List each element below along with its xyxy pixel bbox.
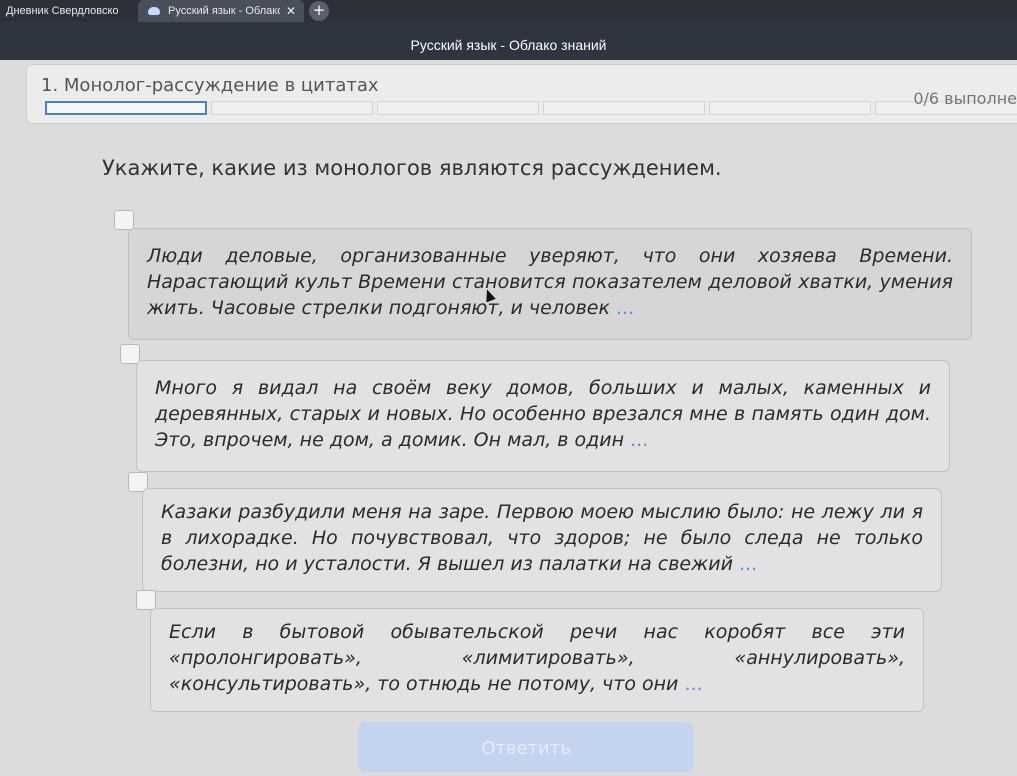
tab-label: Русский язык - Облако	[168, 5, 280, 17]
progress-segment-1[interactable]	[45, 101, 207, 115]
more-link[interactable]: ...	[684, 673, 702, 695]
option-card-2[interactable]: Много я видал на своём веку домов, больш…	[136, 360, 950, 472]
more-link[interactable]: ...	[739, 553, 757, 575]
cloud-icon	[148, 7, 160, 15]
question-text: Укажите, какие из монологов являются рас…	[102, 156, 722, 180]
task-panel: 1. Монолог-рассуждение в цитатах 0/6 вып…	[26, 64, 1017, 124]
progress-segment-4[interactable]	[543, 101, 705, 115]
option-checkbox-1[interactable]	[114, 210, 134, 230]
answer-button[interactable]: Ответить	[358, 722, 694, 772]
close-icon[interactable]: ✕	[286, 4, 296, 18]
more-link[interactable]: ...	[616, 297, 634, 319]
option-text: Много я видал на своём веку домов, больш…	[155, 377, 931, 451]
option-text: Люди деловые, организованные уверяют, чт…	[147, 245, 953, 319]
browser-tab-diary[interactable]: Дневник Свердловской о	[0, 0, 134, 22]
new-tab-button[interactable]: +	[309, 1, 329, 21]
more-link[interactable]: ...	[630, 429, 648, 451]
option-card-3[interactable]: Казаки разбудили меня на заре. Первою мо…	[142, 488, 942, 592]
progress-segment-2[interactable]	[211, 101, 373, 115]
option-card-4[interactable]: Если в бытовой обывательской речи нас ко…	[150, 608, 924, 712]
browser-tab-russian[interactable]: Русский язык - Облако ✕	[138, 0, 304, 22]
app-header: Русский язык - Облако знаний	[0, 22, 1017, 60]
option-text: Казаки разбудили меня на заре. Первою мо…	[161, 501, 923, 575]
page-title: Русский язык - Облако знаний	[410, 37, 607, 53]
option-card-1[interactable]: Люди деловые, организованные уверяют, чт…	[128, 228, 972, 340]
browser-tab-strip: Дневник Свердловской о Русский язык - Об…	[0, 0, 1017, 22]
option-checkbox-4[interactable]	[136, 590, 156, 610]
tab-label: Дневник Свердловской о	[6, 5, 118, 17]
progress-segment-5[interactable]	[709, 101, 871, 115]
progress-segment-3[interactable]	[377, 101, 539, 115]
option-text: Если в бытовой обывательской речи нас ко…	[169, 621, 905, 695]
task-progress-segments	[45, 101, 1017, 115]
task-title: 1. Монолог-рассуждение в цитатах	[41, 75, 379, 96]
progress-counter: 0/6 выполне	[913, 89, 1017, 108]
